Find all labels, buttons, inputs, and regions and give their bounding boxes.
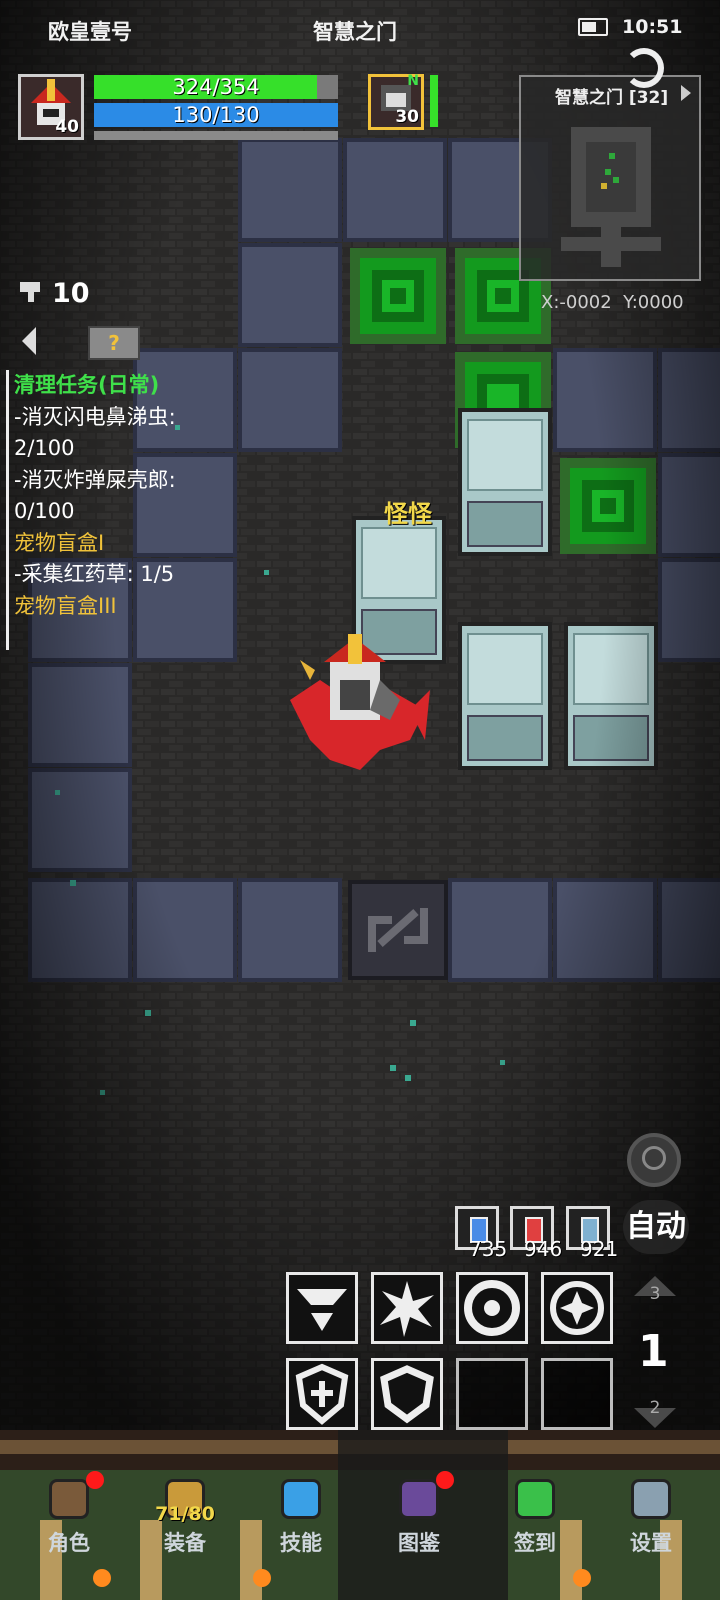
- nav-label: 角色: [48, 1531, 90, 1555]
- nav-label: 图鉴: [398, 1531, 440, 1555]
- skill-slot-5[interactable]: [286, 1358, 358, 1430]
- refresh-icon[interactable]: [624, 48, 664, 88]
- skill-slot-2[interactable]: [371, 1272, 443, 1344]
- floor-down-number: 2: [649, 1398, 661, 1418]
- skill-slot-4[interactable]: [541, 1272, 613, 1344]
- quest-divider: [6, 370, 9, 650]
- collapse-quest-button[interactable]: [22, 327, 36, 355]
- nav-gear[interactable]: 设置: [606, 1475, 696, 1560]
- nav-label: 技能: [280, 1531, 322, 1555]
- mp-text: 130/130: [172, 103, 260, 127]
- guard-skill-icon: [380, 1365, 434, 1424]
- consumable-count: 735: [469, 1237, 508, 1261]
- companion-level: 30: [395, 107, 419, 127]
- nav-label: 装备: [164, 1531, 206, 1555]
- player-name: 欧皇壹号: [48, 20, 132, 44]
- skill-slot-7[interactable]: [456, 1358, 528, 1430]
- nav-equipment[interactable]: 装备 71/80: [140, 1475, 230, 1560]
- inventory-count: 71/80: [155, 1503, 215, 1525]
- green-gem-icon: [515, 1479, 555, 1519]
- skill-slot-8[interactable]: [541, 1358, 613, 1430]
- player-portrait[interactable]: 40: [18, 74, 84, 140]
- helmet-icon: [49, 1479, 89, 1519]
- hp-text: 324/354: [172, 75, 260, 99]
- nav-green-gem[interactable]: 签到: [490, 1475, 580, 1560]
- whirlwind-skill-icon: [297, 1289, 347, 1331]
- current-floor: 1: [638, 1326, 669, 1377]
- floor-down-button[interactable]: 2: [632, 1398, 678, 1428]
- nav-helmet[interactable]: 角色: [24, 1471, 114, 1560]
- nav-label: 设置: [630, 1531, 672, 1555]
- gear-skill-icon: [464, 1280, 520, 1336]
- auto-button[interactable]: 自动: [623, 1200, 689, 1254]
- nav-book[interactable]: 图鉴: [374, 1471, 464, 1560]
- cycle-icon: [642, 1146, 666, 1170]
- consumable-count: 946: [524, 1237, 563, 1261]
- quest-line: 0/100: [14, 499, 75, 523]
- companion-hp-bar: [430, 75, 438, 127]
- nav-skill-gem[interactable]: 技能: [256, 1475, 346, 1560]
- xp-bar: [94, 131, 338, 140]
- book-icon: [399, 1479, 439, 1519]
- monster-label: 怪怪: [384, 500, 432, 528]
- quest-line: -采集红药草: 1/5: [14, 562, 175, 586]
- mp-bar: 130/130: [94, 103, 338, 127]
- floor-up-number: 3: [649, 1284, 661, 1304]
- skill-slot-6[interactable]: [371, 1358, 443, 1430]
- player-level: 40: [55, 117, 79, 137]
- skill-gem-icon: [281, 1479, 321, 1519]
- quest-line: 宠物盲盒I: [14, 530, 105, 555]
- companion-badge: N: [407, 73, 419, 89]
- minimap-title: 智慧之门 [32]: [555, 88, 669, 108]
- question-mark-icon: ?: [108, 331, 120, 355]
- shield-skill-icon: [295, 1363, 349, 1425]
- notification-dot: [86, 1471, 104, 1489]
- cycle-target-button[interactable]: [627, 1133, 681, 1187]
- gear-icon: [631, 1479, 671, 1519]
- quest-line: -消灭闪电鼻涕虫:: [14, 404, 176, 429]
- companion-portrait[interactable]: 30 N: [368, 73, 424, 130]
- quest-line: 2/100: [14, 436, 75, 460]
- hp-bar: 324/354: [94, 75, 338, 99]
- burst-skill-icon: [380, 1281, 434, 1337]
- location-name: 智慧之门: [313, 20, 397, 44]
- skill-slot-1[interactable]: [286, 1272, 358, 1344]
- minimap-layout: [561, 127, 661, 267]
- quest-line: 宠物盲盒III: [14, 593, 117, 618]
- floor-up-button[interactable]: 3: [632, 1276, 678, 1306]
- key-icon: [20, 282, 40, 302]
- quest-panel[interactable]: 清理任务(日常) -消灭闪电鼻涕虫: 2/100 -消灭炸弹屎壳郎: 0/100 宠物盲盒…: [0, 370, 220, 650]
- skill-slot-3[interactable]: [456, 1272, 528, 1344]
- minimap-coords: X:-0002 Y:0000: [541, 292, 684, 313]
- battery-icon: [578, 18, 608, 36]
- quest-line: 清理任务(日常): [14, 373, 160, 397]
- clock: 10:51: [622, 16, 683, 38]
- quest-help-button[interactable]: ?: [88, 326, 140, 360]
- quest-line: -消灭炸弹屎壳郎:: [14, 467, 176, 492]
- star-aura-skill-icon: [550, 1281, 604, 1335]
- consumable-count: 921: [580, 1237, 619, 1261]
- notification-dot: [436, 1471, 454, 1489]
- auto-label: 自动: [626, 1209, 686, 1244]
- minimap[interactable]: 智慧之门 [32]: [519, 75, 701, 281]
- minimap-expand-icon[interactable]: [681, 85, 691, 101]
- nav-label: 签到: [514, 1531, 556, 1555]
- key-count: 10: [52, 278, 90, 309]
